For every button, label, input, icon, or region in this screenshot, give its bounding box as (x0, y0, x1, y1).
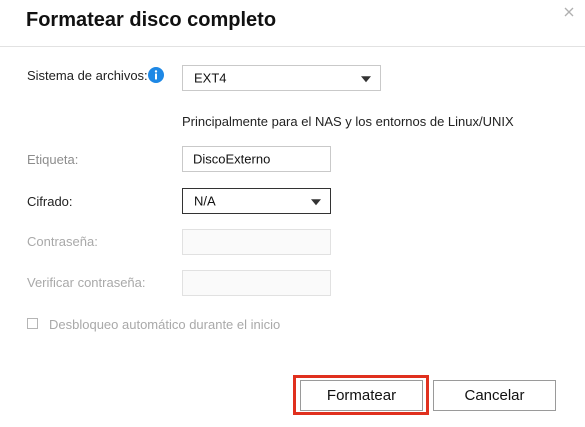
password-label: Contraseña: (27, 234, 98, 249)
info-icon[interactable] (148, 67, 164, 83)
chevron-down-icon (311, 199, 321, 206)
autounlock-label: Desbloqueo automático durante el inicio (49, 317, 281, 332)
encryption-select[interactable]: N/A (182, 188, 331, 214)
filesystem-select[interactable]: EXT4 (182, 65, 381, 91)
password-input[interactable] (182, 229, 331, 255)
dialog-header: Formatear disco completo (0, 0, 585, 47)
encryption-value: N/A (194, 193, 216, 209)
encryption-label: Cifrado: (27, 194, 73, 209)
dialog-title: Formatear disco completo (26, 9, 277, 31)
chevron-down-icon (361, 76, 371, 83)
filesystem-value: EXT4 (194, 70, 227, 86)
volume-label-label: Etiqueta: (27, 152, 79, 167)
verify-password-label: Verificar contraseña: (27, 275, 146, 290)
filesystem-description: Principalmente para el NAS y los entorno… (182, 114, 514, 129)
filesystem-label: Sistema de archivos: (27, 68, 148, 83)
format-button-highlight (293, 375, 429, 415)
close-icon[interactable] (561, 4, 577, 20)
volume-label-input[interactable]: DiscoExterno (182, 146, 331, 172)
cancel-button[interactable]: Cancelar (433, 380, 556, 411)
verify-password-input[interactable] (182, 270, 331, 296)
volume-label-value: DiscoExterno (193, 151, 271, 167)
autounlock-checkbox[interactable] (27, 318, 38, 329)
